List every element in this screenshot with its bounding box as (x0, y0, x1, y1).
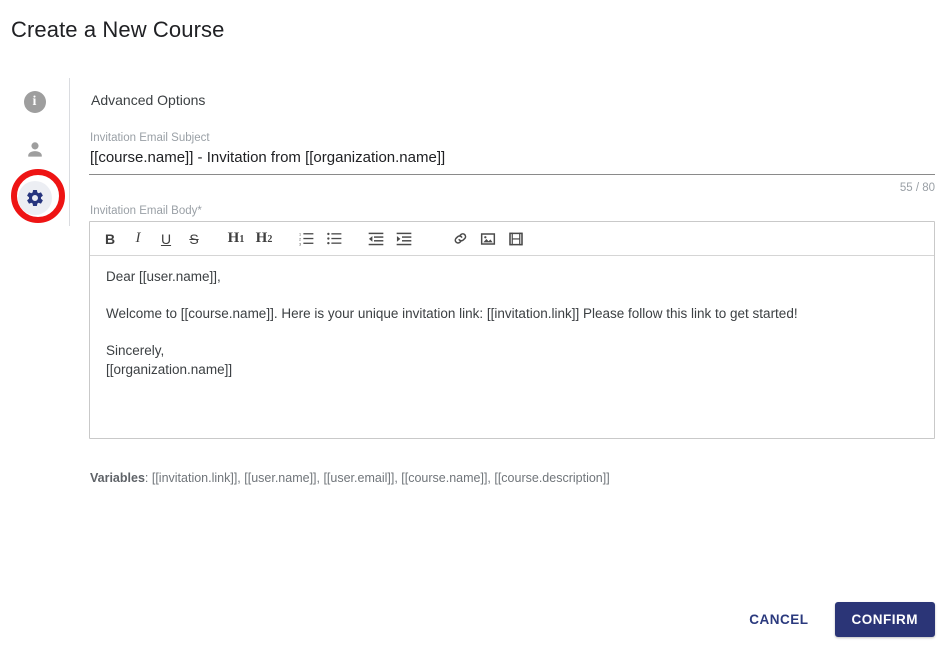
editor-paragraph: Welcome to [[course.name]]. Here is your… (106, 306, 798, 321)
character-counter: 55 / 80 (899, 182, 935, 194)
sidebar-icon-rail: i (0, 78, 70, 226)
info-circle-icon: i (23, 91, 46, 113)
indent-icon[interactable] (390, 225, 418, 253)
variables-value: : [[invitation.link]], [[user.name]], [[… (144, 471, 610, 485)
gear-icon[interactable] (17, 181, 52, 215)
editor-content-area[interactable]: Dear [[user.name]], Welcome to [[course.… (90, 256, 934, 438)
svg-text:3: 3 (299, 242, 301, 246)
cancel-button[interactable]: CANCEL (735, 603, 822, 636)
person-icon (24, 139, 46, 161)
editor-toolbar: B I U S H1 H2 1 2 3 (90, 222, 934, 256)
sidebar-item-user[interactable] (0, 126, 69, 174)
video-icon[interactable] (502, 225, 530, 253)
rich-text-editor: B I U S H1 H2 1 2 3 Dear [[user.name]], … (89, 221, 935, 439)
confirm-button[interactable]: CONFIRM (834, 602, 935, 637)
editor-paragraph: Dear [[user.name]], (106, 269, 221, 284)
italic-icon[interactable]: I (124, 225, 152, 253)
editor-paragraph: Sincerely, (106, 343, 165, 358)
svg-text:1: 1 (299, 232, 301, 236)
sidebar-item-settings[interactable] (0, 174, 69, 222)
ordered-list-icon[interactable]: 1 2 3 (292, 225, 320, 253)
sidebar-item-info[interactable]: i (0, 78, 69, 126)
image-icon[interactable] (474, 225, 502, 253)
variables-label: Variables (90, 471, 145, 485)
unordered-list-icon[interactable] (320, 225, 348, 253)
editor-paragraph: [[organization.name]] (106, 362, 233, 377)
bold-icon[interactable]: B (96, 225, 124, 253)
page-title: Create a New Course (11, 17, 225, 42)
underline-icon[interactable]: U (152, 225, 180, 253)
subject-field-label: Invitation Email Subject (90, 132, 210, 144)
heading-2-icon[interactable]: H2 (250, 225, 278, 253)
subject-input[interactable] (89, 148, 935, 175)
body-field-label: Invitation Email Body* (90, 205, 202, 217)
advanced-options-panel: Advanced Options Invitation Email Subjec… (89, 90, 935, 487)
strikethrough-icon[interactable]: S (180, 225, 208, 253)
section-heading: Advanced Options (91, 92, 206, 108)
svg-text:2: 2 (299, 237, 301, 241)
variables-help-text: Variables: [[invitation.link]], [[user.n… (90, 469, 935, 487)
heading-1-icon[interactable]: H1 (222, 225, 250, 253)
link-icon[interactable] (446, 225, 474, 253)
outdent-icon[interactable] (362, 225, 390, 253)
subject-field-group: Invitation Email Subject (89, 131, 935, 175)
dialog-actions: CANCEL CONFIRM (735, 602, 935, 637)
